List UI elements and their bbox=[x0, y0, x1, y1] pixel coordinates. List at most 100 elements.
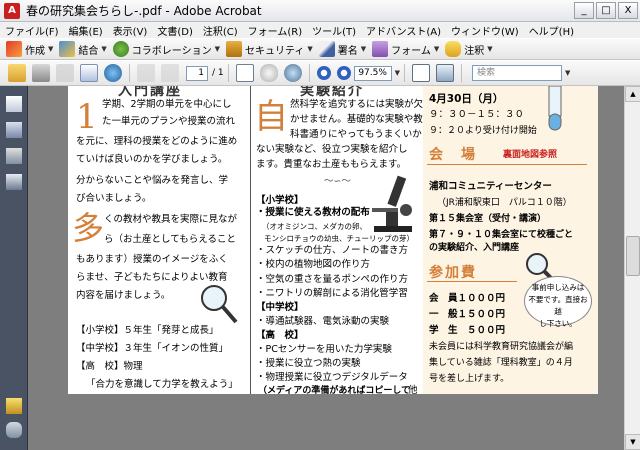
previous-page-icon[interactable] bbox=[137, 64, 155, 82]
zoom-dropdown-icon[interactable]: ▼ bbox=[395, 69, 400, 77]
search-dropdown-icon[interactable]: ▼ bbox=[565, 69, 570, 77]
microscope-illustration bbox=[372, 175, 412, 232]
middle-intro-3: 科書通りにやってもうまくいか bbox=[290, 129, 422, 140]
divider-ornament: 〜∽〜 bbox=[324, 176, 351, 187]
menu-tools[interactable]: ツール(T) bbox=[307, 23, 361, 38]
email-icon[interactable] bbox=[80, 64, 98, 82]
search-input[interactable]: 検索 bbox=[472, 65, 563, 81]
menu-forms[interactable]: フォーム(R) bbox=[243, 23, 307, 38]
schedule-junior-high: 【中学校】３年生「イオンの性質」 bbox=[76, 343, 229, 354]
middle-elem-item-7: ・ニワトリの解剖による消化管学習 bbox=[256, 288, 408, 299]
hand-tool-icon[interactable] bbox=[259, 64, 278, 82]
schedule-high-school-topic: 「合力を意識して力学を教えよう」 bbox=[86, 379, 238, 390]
collaborate-button[interactable]: コラボレーション ▼ bbox=[112, 41, 220, 57]
maximize-button[interactable]: □ bbox=[596, 2, 616, 19]
select-text-icon[interactable] bbox=[235, 64, 254, 82]
scroll-down-icon[interactable]: ▼ bbox=[625, 434, 640, 450]
menu-advanced[interactable]: アドバンスト(A) bbox=[361, 23, 446, 38]
middle-hs-item-1: ・PCセンサーを用いた力学実験 bbox=[256, 344, 392, 355]
zoom-level-input[interactable]: 97.5% bbox=[353, 65, 392, 81]
menu-file[interactable]: ファイル(F) bbox=[0, 23, 64, 38]
navigation-pane bbox=[0, 86, 28, 450]
forms-button[interactable]: フォーム ▼ bbox=[372, 41, 439, 57]
minimize-button[interactable]: _ bbox=[574, 2, 594, 19]
page-number-input[interactable]: 1 bbox=[186, 65, 208, 81]
menu-help[interactable]: ヘルプ(H) bbox=[524, 23, 579, 38]
middle-hs-item-4: （メディアの準備があればコピーして bbox=[258, 386, 411, 394]
attachments-icon[interactable] bbox=[6, 398, 22, 414]
vertical-scrollbar[interactable]: ▲ ▼ bbox=[624, 86, 640, 450]
info-column: 4月30日（月） ９：３０－１５：３０ ９：２０より受け付け開始 会 場 裏面地… bbox=[423, 86, 598, 394]
event-time: ９：３０－１５：３０ bbox=[429, 109, 525, 120]
fee-student: 学 生 ５００円 bbox=[429, 325, 506, 336]
venue-room-2a: 第７・９・１０集会室にて校種ごと bbox=[429, 230, 574, 240]
tasks-toolbar: 作成 ▼ 結合 ▼ コラボレーション ▼ セキュリティ ▼ 署名 ▼ フォーム ▼ 注釈 ▼ bbox=[0, 38, 640, 60]
middle-elem-item-1: ・授業に使える教材の配布 bbox=[256, 207, 370, 218]
next-page-icon[interactable] bbox=[161, 64, 179, 82]
pdf-page: 入門講座 1 学期、2学期の単元を中心にし た一単元のプランや授業の流れ を元に… bbox=[68, 86, 598, 394]
security-button[interactable]: セキュリティ ▼ bbox=[225, 41, 313, 57]
layers-icon[interactable] bbox=[6, 174, 22, 190]
window-title: 春の研究集会ちらし-.pdf - Adobe Acrobat bbox=[26, 4, 262, 18]
create-button[interactable]: 作成 ▼ bbox=[6, 41, 53, 57]
zoom-in-icon[interactable] bbox=[336, 66, 351, 80]
menu-comments[interactable]: 注釈(C) bbox=[198, 23, 243, 38]
left-line-1: 学期、2学期の単元を中心にし bbox=[102, 99, 232, 110]
menu-window[interactable]: ウィンドウ(W) bbox=[446, 23, 524, 38]
test-tube-illustration bbox=[548, 86, 562, 131]
fee-member: 会 員１０００円 bbox=[429, 293, 506, 304]
fee-note-1: 未会員には科学教育研究協議会が編 bbox=[429, 342, 574, 352]
actual-size-icon[interactable] bbox=[412, 64, 431, 82]
speech-bubble: 事前申し込みは 不要です。直接お越 し下さい。 bbox=[524, 276, 592, 328]
scroll-thumb[interactable] bbox=[626, 236, 640, 276]
venue-room-2b: の実験紹介、入門講座 bbox=[429, 243, 520, 253]
forms-label: フォーム bbox=[391, 45, 431, 57]
fit-page-icon[interactable] bbox=[436, 64, 455, 82]
close-button[interactable]: X bbox=[618, 2, 638, 19]
left-line-3: を元に、理科の授業をどのように進め bbox=[76, 136, 238, 147]
menu-view[interactable]: 表示(V) bbox=[108, 23, 153, 38]
open-folder-icon[interactable] bbox=[8, 64, 26, 82]
security-label: セキュリティ bbox=[244, 45, 305, 57]
schedule-elementary: 【小学校】５年生「発芽と成長」 bbox=[76, 325, 219, 336]
left-line-9: もあります）授業のイメージをふく bbox=[76, 254, 228, 265]
zoom-out-icon[interactable] bbox=[316, 66, 331, 80]
venue-map-note: 裏面地図参照 bbox=[503, 150, 558, 160]
combine-button[interactable]: 結合 ▼ bbox=[59, 41, 107, 57]
left-line-2: た一単元のプランや授業の流れ bbox=[102, 116, 236, 127]
middle-elem-item-5: ・校内の植物地図の作り方 bbox=[256, 259, 371, 270]
fee-nonmember: 一 般１５００円 bbox=[429, 309, 506, 320]
menu-edit[interactable]: 編集(E) bbox=[64, 23, 108, 38]
save-icon[interactable] bbox=[56, 64, 74, 82]
scroll-up-icon[interactable]: ▲ bbox=[625, 86, 640, 102]
print-icon[interactable] bbox=[32, 64, 50, 82]
comment-label: 注釈 bbox=[464, 45, 485, 57]
web-icon[interactable] bbox=[104, 64, 122, 82]
venue-address: （JR浦和駅東口 パルコ１０階） bbox=[437, 198, 572, 208]
bookmarks-icon[interactable] bbox=[6, 122, 22, 138]
menu-document[interactable]: 文書(D) bbox=[152, 23, 198, 38]
pages-icon[interactable] bbox=[6, 96, 22, 112]
left-line-8: ら（お土産としてもらえること bbox=[104, 234, 236, 245]
signatures-icon[interactable] bbox=[6, 148, 22, 164]
left-line-5: 分からないことや悩みを発言し、学 bbox=[76, 175, 229, 186]
sign-button[interactable]: 署名 ▼ bbox=[318, 41, 366, 57]
middle-high-school-head: 【高 校】 bbox=[256, 330, 304, 341]
middle-elem-item-4: ・スケッチの仕方、ノートの書き方 bbox=[256, 245, 409, 256]
comment-button[interactable]: 注釈 ▼ bbox=[445, 41, 493, 57]
sign-label: 署名 bbox=[337, 45, 358, 57]
middle-intro-1: 然科学を追究するには実験が欠 bbox=[290, 99, 424, 110]
zoom-tool-icon[interactable] bbox=[283, 64, 302, 82]
acrobat-icon: A bbox=[4, 2, 20, 19]
bubble-line-2: 不要です。直接お越 bbox=[528, 295, 588, 316]
document-viewport[interactable]: 入門講座 1 学期、2学期の単元を中心にし た一単元のプランや授業の流れ を元に… bbox=[28, 86, 624, 450]
middle-intro-2: かせません。基礎的な実験や教 bbox=[290, 114, 423, 125]
left-line-6: び合いましょう。 bbox=[76, 193, 152, 204]
left-drop-cap-2: 多 bbox=[72, 209, 105, 247]
combine-label: 結合 bbox=[78, 45, 99, 57]
create-label: 作成 bbox=[25, 45, 45, 57]
paperclip-icon[interactable] bbox=[6, 422, 22, 438]
left-line-4: ていけば良いのかを学びましょう。 bbox=[76, 154, 228, 165]
forms-icon bbox=[372, 41, 389, 57]
middle-hs-item-2: ・授業に役立つ熱の実験 bbox=[256, 358, 361, 369]
